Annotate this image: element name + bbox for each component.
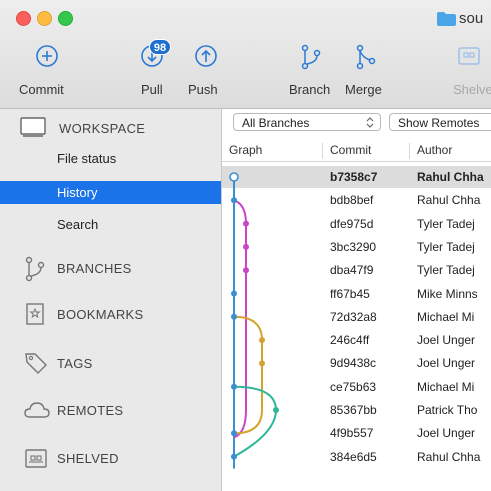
sidebar-item-search[interactable]: Search [0, 213, 221, 236]
sidebar-bookmarks-label: BOOKMARKS [57, 307, 144, 322]
branch-icon [301, 44, 321, 70]
stepper-arrows-icon [366, 117, 374, 128]
commit-author: Patrick Tho [417, 403, 478, 417]
sidebar-tags-header[interactable]: TAGS [0, 349, 221, 379]
bookmark-icon [26, 303, 44, 325]
commit-hash: bdb8bef [330, 193, 374, 208]
sidebar-workspace-label: WORKSPACE [59, 121, 146, 136]
commit-icon [36, 45, 58, 67]
show-remotes-value: Show Remotes [398, 116, 480, 130]
sidebar-tags-label: TAGS [57, 356, 93, 371]
commit-hash: 85367bb [330, 403, 377, 417]
commit-node[interactable] [231, 383, 237, 390]
push-label: Push [188, 82, 218, 97]
history-panel: All Branches Show Remotes Graph Commit A… [222, 109, 491, 491]
commit-author: Rahul Chha [417, 193, 481, 208]
graph-lane-feature [233, 315, 263, 435]
commit-author: Michael Mi [417, 379, 475, 394]
column-header-author[interactable]: Author [417, 143, 452, 157]
pull-count-badge: 98 [149, 39, 171, 55]
sidebar-item-label: History [57, 185, 98, 200]
commit-node[interactable] [259, 360, 265, 367]
commit-hash: b7358c7 [330, 170, 378, 184]
commit-node[interactable] [243, 243, 249, 250]
commit-hash: 4f9b557 [330, 426, 374, 441]
minimize-window-button[interactable] [37, 11, 52, 26]
commit-hash: 9d9438c [330, 356, 377, 371]
sidebar-item-label: Search [57, 217, 99, 232]
commit-hash: 384e6d5 [330, 449, 377, 464]
commit-node[interactable] [229, 172, 239, 182]
commit-node[interactable] [273, 407, 279, 413]
commit-node[interactable] [259, 337, 265, 344]
commit-node[interactable] [231, 430, 237, 437]
commit-node[interactable] [243, 267, 249, 274]
tag-icon [25, 353, 47, 374]
sidebar: WORKSPACE File status History Search BRA… [0, 109, 222, 491]
column-divider[interactable] [322, 143, 323, 159]
branch-icon [25, 256, 45, 282]
toolbar: sou Commit 98 Pull Push Branch Merge She… [0, 0, 491, 109]
commit-author: Michael Mi [417, 309, 475, 324]
commit-label: Commit [19, 82, 64, 97]
graph-lane-feature [233, 385, 278, 458]
sidebar-branches-header[interactable]: BRANCHES [0, 254, 221, 284]
commit-author: Rahul Chha [417, 449, 481, 464]
show-remotes-select[interactable]: Show Remotes [389, 113, 491, 131]
shelf-icon [25, 449, 47, 468]
commit-author: Tyler Tadej [417, 263, 475, 278]
pull-label: Pull [141, 82, 163, 97]
merge-label: Merge [345, 82, 382, 97]
sidebar-workspace-header[interactable]: WORKSPACE [0, 114, 221, 144]
window-title: sou [459, 10, 484, 27]
sidebar-remotes-label: REMOTES [57, 403, 124, 418]
commit-hash: 246c4ff [330, 333, 370, 348]
shelve-label: Shelve [453, 82, 491, 97]
commit-hash: ff67b45 [330, 286, 370, 301]
sidebar-item-file-status[interactable]: File status [0, 147, 221, 170]
column-header-graph[interactable]: Graph [229, 143, 262, 157]
branch-filter-value: All Branches [242, 116, 310, 130]
sidebar-remotes-header[interactable]: REMOTES [0, 396, 221, 426]
commit-author: Mike Minns [417, 286, 478, 301]
column-header-commit[interactable]: Commit [330, 143, 371, 157]
commit-hash: 3bc3290 [330, 239, 377, 254]
sidebar-item-history[interactable]: History [0, 181, 221, 204]
commit-hash: dba47f9 [330, 263, 374, 278]
sidebar-bookmarks-header[interactable]: BOOKMARKS [0, 300, 221, 330]
commit-author: Tyler Tadej [417, 216, 475, 231]
cloud-icon [24, 402, 50, 418]
commit-node[interactable] [231, 313, 237, 320]
branch-filter-select[interactable]: All Branches [233, 113, 381, 131]
sidebar-item-label: File status [57, 151, 117, 166]
app-window: sou Commit 98 Pull Push Branch Merge She… [0, 0, 491, 491]
sidebar-shelved-header[interactable]: SHELVED [0, 444, 221, 474]
commit-hash: ce75b63 [330, 379, 377, 394]
commit-node[interactable] [231, 197, 237, 204]
zoom-window-button[interactable] [58, 11, 73, 26]
commit-node[interactable] [243, 220, 249, 227]
folder-icon [437, 12, 456, 26]
merge-icon [356, 44, 376, 70]
commit-graph [229, 172, 279, 469]
push-icon [195, 45, 217, 67]
commit-author: Joel Unger [417, 356, 476, 371]
monitor-icon [20, 117, 46, 137]
column-divider[interactable] [409, 143, 410, 159]
commit-author: Rahul Chha [417, 170, 484, 184]
commit-author: Joel Unger [417, 333, 476, 348]
commit-hash: 72d32a8 [330, 309, 377, 324]
commit-author: Tyler Tadej [417, 239, 475, 254]
commit-node[interactable] [231, 453, 237, 460]
commit-author: Joel Unger [417, 426, 476, 441]
branch-label: Branch [289, 82, 331, 97]
commit-hash: dfe975d [330, 216, 374, 231]
column-headers: Graph Commit Author [222, 139, 491, 162]
close-window-button[interactable] [16, 11, 31, 26]
sidebar-shelved-label: SHELVED [57, 451, 119, 466]
commit-node[interactable] [231, 290, 237, 297]
shelve-icon [458, 47, 480, 65]
filter-bar: All Branches Show Remotes [222, 109, 491, 135]
sidebar-branches-label: BRANCHES [57, 261, 132, 276]
